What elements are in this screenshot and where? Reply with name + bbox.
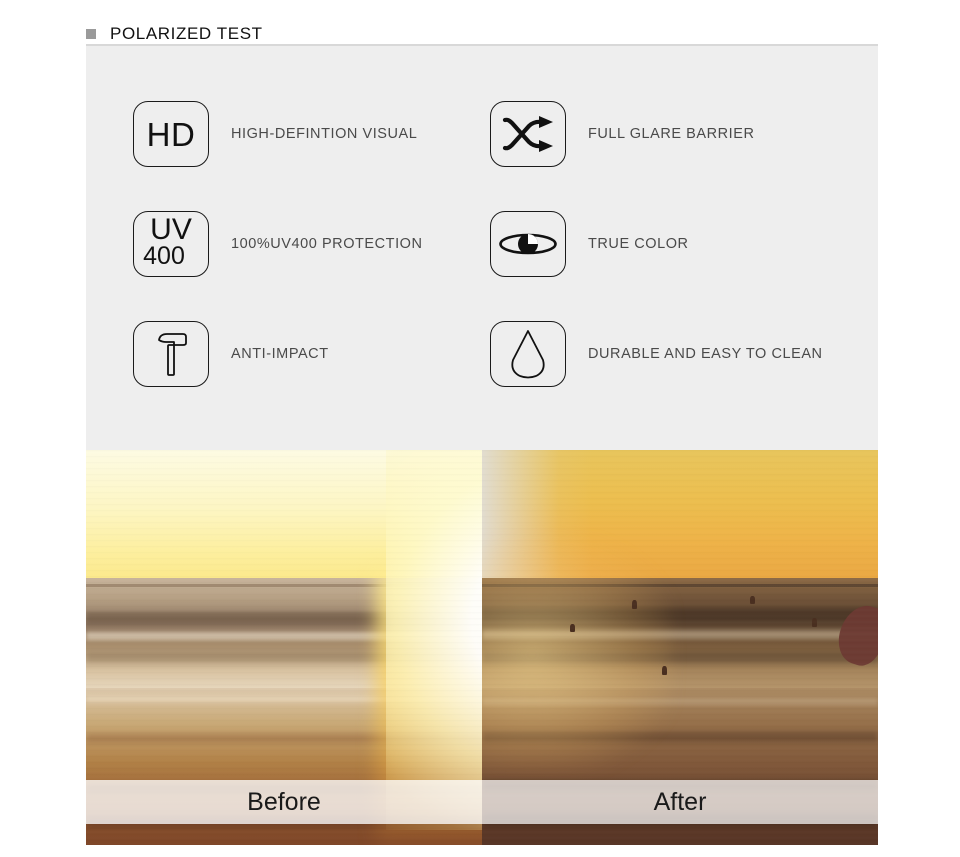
features-grid: HD HIGH-DEFINTION VISUAL FULL GLARE BARR…	[86, 46, 878, 450]
page-title: POLARIZED TEST	[110, 24, 263, 43]
shuffle-arrows-glyph	[502, 116, 553, 152]
surfer	[662, 666, 667, 675]
water-drop-icon	[490, 321, 566, 387]
feature-label-high-definition: HIGH-DEFINTION VISUAL	[231, 126, 418, 142]
feature-label-anti-impact: ANTI-IMPACT	[231, 346, 329, 362]
sky-before	[86, 450, 482, 578]
feature-label-uv-protection: 100%UV400 PROTECTION	[231, 236, 423, 252]
feature-anti-impact: ANTI-IMPACT	[133, 321, 329, 387]
polarized-test-page: POLARIZED TEST HD HIGH-DEFINTION VISUAL	[0, 0, 960, 857]
uv-icon-number: 400	[143, 242, 185, 270]
hammer-icon	[133, 321, 209, 387]
feature-label-true-color: TRUE COLOR	[588, 236, 689, 252]
eye-icon	[490, 211, 566, 277]
feature-glare-barrier: FULL GLARE BARRIER	[490, 101, 755, 167]
uv400-text-icon: UV 400	[133, 211, 209, 277]
feature-true-color: TRUE COLOR	[490, 211, 689, 277]
hd-text-icon: HD	[133, 101, 209, 167]
before-after-photo: Before After	[86, 450, 878, 845]
feature-easy-clean: DURABLE AND EASY TO CLEAN	[490, 321, 823, 387]
uv-icon-label: UV	[150, 213, 192, 246]
sun-glow-after	[482, 540, 672, 770]
hd-icon-label: HD	[146, 115, 196, 153]
features-panel: HD HIGH-DEFINTION VISUAL FULL GLARE BARR…	[86, 46, 878, 450]
surfer	[812, 618, 817, 627]
surfer	[632, 600, 637, 609]
photo-half-after: After	[482, 450, 878, 845]
feature-label-easy-clean: DURABLE AND EASY TO CLEAN	[588, 346, 823, 362]
bullet-square-icon	[86, 29, 96, 39]
hammer-glyph	[158, 333, 187, 376]
section-header: POLARIZED TEST	[86, 22, 878, 46]
eye-glyph	[499, 233, 557, 255]
uv400-glyph: UV 400	[134, 212, 208, 276]
feature-uv-protection: UV 400 100%UV400 PROTECTION	[133, 211, 423, 277]
feature-label-glare-barrier: FULL GLARE BARRIER	[588, 126, 755, 142]
surfer	[750, 596, 755, 604]
shuffle-arrows-icon	[490, 101, 566, 167]
feature-high-definition: HD HIGH-DEFINTION VISUAL	[133, 101, 417, 167]
before-caption: Before	[247, 788, 321, 816]
photo-half-before: Before	[86, 450, 482, 845]
water-drop-glyph	[511, 330, 545, 379]
after-caption: After	[653, 788, 707, 816]
surfer	[570, 624, 575, 632]
